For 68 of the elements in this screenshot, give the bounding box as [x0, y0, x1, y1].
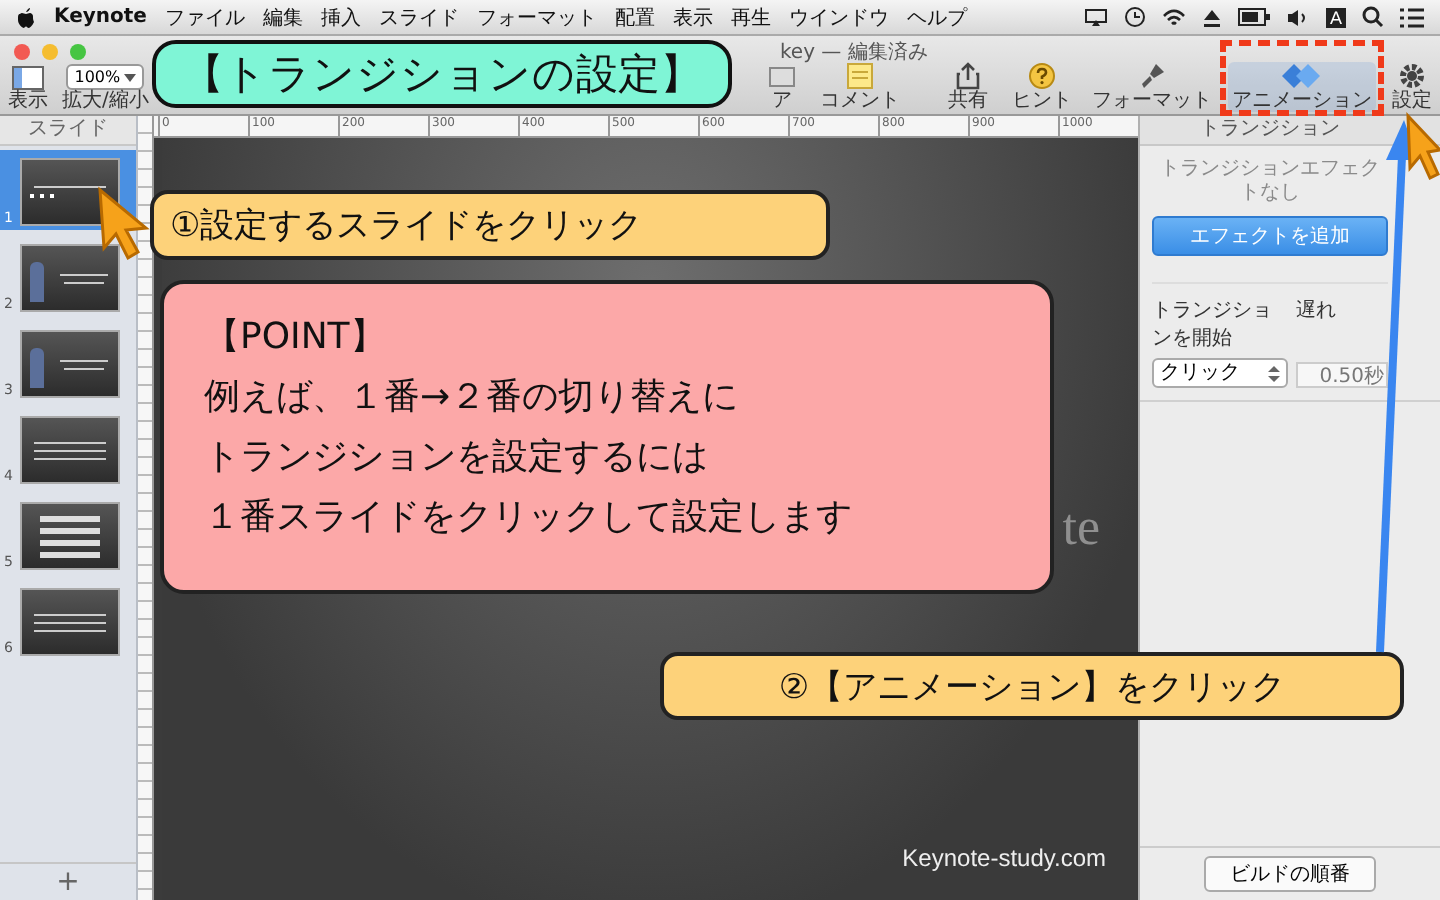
toolbar-button[interactable]: 設定 — [1388, 62, 1436, 112]
zoom-value: 100% — [74, 66, 121, 88]
toolbar-icon — [768, 62, 796, 90]
toolbar-button[interactable]: 表示 — [4, 66, 52, 112]
delay-field[interactable]: 0.50秒 — [1296, 362, 1388, 388]
menu-item[interactable]: ファイル — [164, 3, 245, 31]
field-label: 遅れ — [1296, 298, 1338, 324]
window-title: key — 編集済み — [780, 39, 928, 65]
clock-icon[interactable] — [1123, 6, 1146, 28]
note-line: トランジションを設定するには — [204, 434, 710, 482]
callout-label: ①設定するスライドをクリック — [150, 190, 830, 260]
share-icon — [954, 62, 982, 90]
search-icon[interactable] — [1362, 6, 1384, 28]
build-order-button[interactable]: ビルドの順番 — [1204, 856, 1376, 892]
sidebar-icon — [12, 66, 44, 90]
toolbar-button[interactable]: アニメーション — [1228, 62, 1376, 112]
slide-thumbnail — [20, 502, 120, 570]
callout-label: ②【アニメーション】をクリック — [660, 652, 1404, 720]
menu-item[interactable]: 再生 — [730, 3, 771, 31]
menu-item[interactable]: 配置 — [614, 3, 655, 31]
note-line: １番スライドをクリックして設定します — [204, 494, 854, 542]
display-icon[interactable] — [1083, 7, 1108, 27]
title-banner: 【トランジションの設定】 — [152, 40, 732, 108]
start-dropdown[interactable]: クリック — [1152, 358, 1288, 388]
inspector-tab[interactable]: トランジション — [1140, 116, 1440, 146]
add-slide-button[interactable]: + — [56, 866, 80, 898]
slide-thumbnail — [20, 330, 120, 398]
slide-title: te — [1062, 498, 1102, 558]
diamonds-icon — [1282, 62, 1322, 90]
wifi-icon[interactable] — [1161, 7, 1186, 27]
empty-state-text: トランジションエフェクトなし — [1158, 158, 1382, 206]
sidebar-header: スライド — [0, 116, 136, 146]
note-heading: 【POINT】 — [204, 314, 388, 362]
toolbar-button[interactable]: 100% 拡大/縮小 — [58, 64, 153, 112]
list-icon[interactable] — [1400, 7, 1424, 27]
menu-item[interactable]: スライド — [378, 3, 459, 31]
toolbar-button[interactable]: コメント — [816, 62, 904, 112]
apple-icon[interactable] — [16, 5, 36, 29]
menu-item[interactable]: ヘルプ — [906, 3, 967, 31]
menu-item[interactable]: 表示 — [672, 3, 713, 31]
field-label: トランジションを開始 — [1152, 298, 1274, 352]
input-source[interactable]: A — [1325, 7, 1346, 27]
cursor-icon — [98, 186, 150, 261]
toolbar-button[interactable]: 共有 — [944, 62, 992, 112]
slide-thumbnail — [20, 244, 120, 312]
question-icon — [1028, 62, 1056, 90]
toolbar-button[interactable]: ヒント — [1008, 62, 1076, 112]
menu-item[interactable]: フォーマット — [476, 3, 597, 31]
note-icon — [846, 62, 874, 90]
paintbrush-icon — [1138, 62, 1166, 90]
app-menu[interactable]: Keynote — [54, 6, 147, 28]
menu-item[interactable]: ウインドウ — [788, 3, 889, 31]
slide-footer-text: Keynote-study.com — [902, 844, 1106, 872]
menu-item[interactable]: 挿入 — [320, 3, 361, 31]
speaker-icon[interactable] — [1285, 7, 1310, 27]
toolbar-button[interactable]: フォーマット — [1088, 62, 1216, 112]
slide-thumbnail — [20, 416, 120, 484]
note-line: 例えば、１番→２番の切り替えに — [204, 374, 741, 422]
menu-item[interactable]: 編集 — [262, 3, 303, 31]
battery-icon[interactable] — [1237, 8, 1270, 26]
toolbar-button[interactable]: ア — [764, 62, 800, 112]
eject-icon[interactable] — [1201, 7, 1222, 27]
slide-thumbnail — [20, 588, 120, 656]
caret-icon — [124, 73, 137, 81]
settings-icon — [1398, 62, 1426, 90]
cursor-icon — [1406, 112, 1440, 181]
stepper-arrows-icon — [1268, 363, 1280, 383]
slide-thumbnail — [20, 158, 120, 226]
